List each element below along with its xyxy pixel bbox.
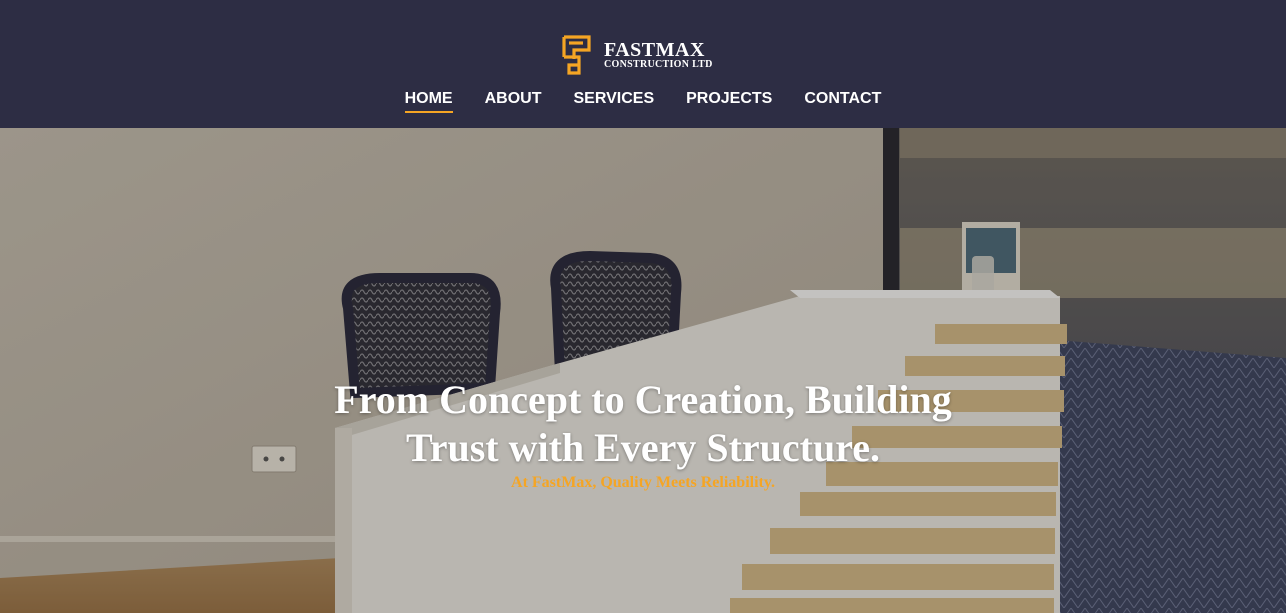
nav-home[interactable]: HOME [404,88,453,113]
brand-logo-link[interactable]: FASTMAX CONSTRUCTION LTD [561,35,713,75]
nav-projects[interactable]: PROJECTS [686,88,772,112]
nav-services[interactable]: SERVICES [573,88,654,112]
nav-about[interactable]: ABOUT [485,88,542,112]
brand-subtitle: CONSTRUCTION LTD [604,59,713,70]
hero-headline: From Concept to Creation, Building Trust… [0,376,1286,472]
hero-headline-line2: Trust with Every Structure. [405,425,881,470]
hero-tagline: At FastMax, Quality Meets Reliability. [511,474,775,491]
hero-overlay [0,128,1286,613]
logo-icon [562,35,591,75]
site-header: FASTMAX CONSTRUCTION LTD HOME ABOUT SERV… [0,0,1286,128]
hero-headline-line1: From Concept to Creation, Building [334,377,952,422]
brand-name: FASTMAX [604,39,705,61]
main-nav: HOME ABOUT SERVICES PROJECTS CONTACT [0,88,1286,113]
nav-contact[interactable]: CONTACT [804,88,881,112]
hero-banner: From Concept to Creation, Building Trust… [0,128,1286,613]
